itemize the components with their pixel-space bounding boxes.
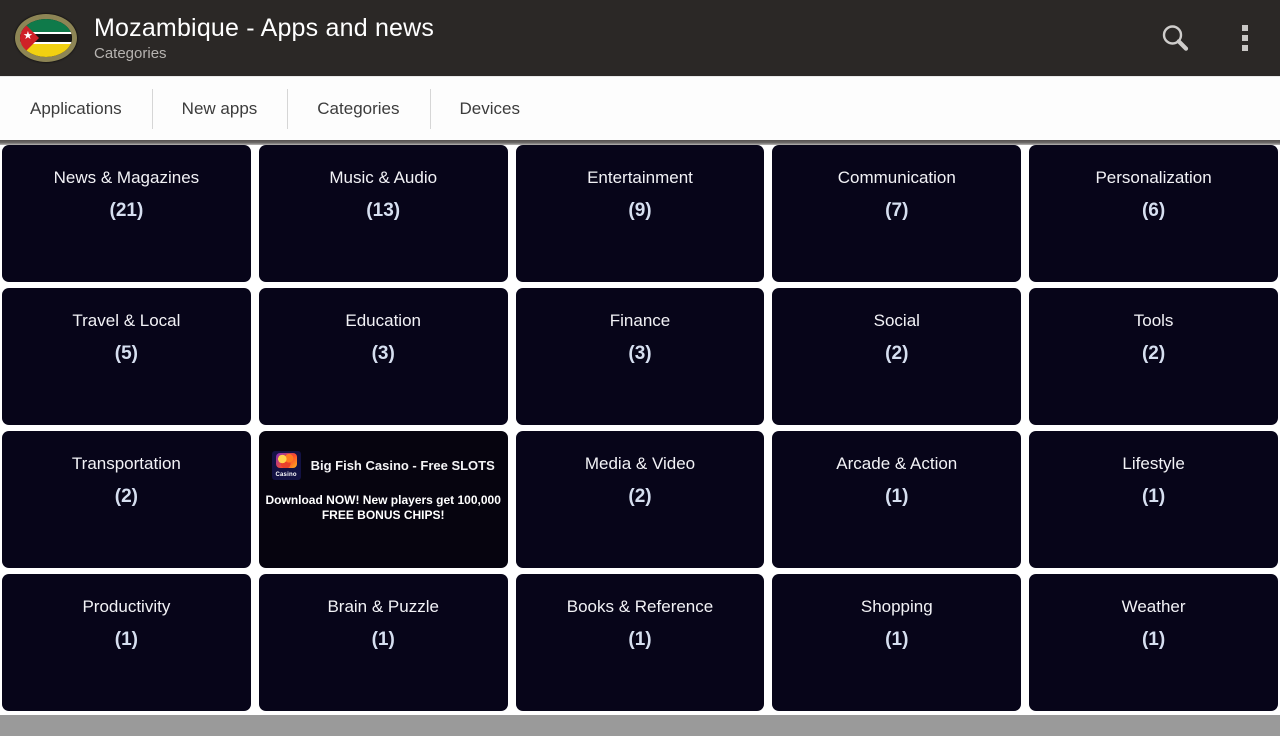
category-tile[interactable]: Communication (7) <box>772 145 1022 282</box>
category-tile-count: (7) <box>885 200 909 221</box>
category-tile-count: (1) <box>885 629 909 650</box>
overflow-menu-icon <box>1242 25 1248 51</box>
category-tile[interactable]: Lifestyle (1) <box>1029 431 1278 568</box>
category-tile-name: Social <box>873 311 920 330</box>
category-tile[interactable]: Transportation (2) <box>2 431 251 568</box>
big-fish-casino-icon: Casino <box>271 451 301 480</box>
category-tile-name: Arcade & Action <box>836 454 958 473</box>
tab-bar: Applications New apps Categories Devices <box>0 76 1280 140</box>
category-tile[interactable]: Finance (3) <box>515 288 765 425</box>
category-tile-count: (3) <box>371 343 395 364</box>
category-tile[interactable]: Books & Reference (1) <box>515 574 765 711</box>
page-subtitle: Categories <box>94 44 167 62</box>
category-tile[interactable]: Music & Audio (13) <box>258 145 508 282</box>
tab-new-apps[interactable]: New apps <box>151 85 288 133</box>
category-tile-count: (2) <box>1141 343 1166 364</box>
tab-label: New apps <box>181 98 258 118</box>
category-tile[interactable]: Entertainment (9) <box>515 145 765 282</box>
category-tile-name: News & Magazines <box>53 168 200 187</box>
category-tile[interactable]: Productivity (1) <box>2 574 251 711</box>
ad-body-text: Download NOW! New players get 100,000 FR… <box>265 493 501 522</box>
category-grid: News & Magazines (21) Music & Audio (13) Ent… <box>0 145 1280 713</box>
category-tile-name: Education <box>345 311 421 330</box>
tab-applications[interactable]: Applications <box>0 85 152 133</box>
category-tile[interactable]: Tools (2) <box>1029 288 1278 425</box>
flag-graphic: ★ <box>20 19 72 57</box>
category-tile[interactable]: Weather (1) <box>1029 574 1278 711</box>
category-tile[interactable]: Travel & Local (5) <box>2 288 251 425</box>
ad-icon-art <box>275 453 297 468</box>
category-tile-count: (2) <box>114 486 139 507</box>
category-tile-name: Lifestyle <box>1122 454 1185 473</box>
ad-title: Big Fish Casino - Free SLOTS <box>310 458 495 473</box>
app-bar-actions <box>1140 0 1280 76</box>
category-tile-count: (1) <box>628 629 652 650</box>
tab-label: Categories <box>317 98 400 118</box>
category-tile-name: Shopping <box>860 597 933 616</box>
app-bar: ★ Mozambique - Apps and news Categories <box>0 0 1280 76</box>
category-tile[interactable]: Social (2) <box>772 288 1022 425</box>
tab-label: Devices <box>459 98 520 118</box>
category-tile[interactable]: Brain & Puzzle (1) <box>258 574 508 711</box>
category-tile-count: (1) <box>114 629 139 650</box>
mozambique-flag-icon[interactable]: ★ <box>15 14 77 62</box>
category-tile-count: (5) <box>114 343 139 364</box>
tab-label: Applications <box>30 98 122 118</box>
category-tile-count: (9) <box>628 200 652 221</box>
ad-tile[interactable]: Casino Big Fish Casino - Free SLOTS Downlo… <box>258 431 508 568</box>
category-tile-name: Productivity <box>82 597 171 616</box>
category-tile-count: (13) <box>366 200 401 221</box>
category-tile-name: Transportation <box>71 454 181 473</box>
category-tile[interactable]: Media & Video (2) <box>515 431 765 568</box>
category-tile-name: Brain & Puzzle <box>327 597 439 616</box>
category-tile-name: Finance <box>609 311 671 330</box>
category-tile[interactable]: Personalization (6) <box>1029 145 1278 282</box>
bottom-system-bar[interactable] <box>0 715 1280 736</box>
category-tile-name: Personalization <box>1095 168 1212 187</box>
category-tile-name: Travel & Local <box>72 311 181 330</box>
tab-devices[interactable]: Devices <box>429 85 550 133</box>
category-tile[interactable]: Arcade & Action (1) <box>772 431 1022 568</box>
category-tile[interactable]: Shopping (1) <box>772 574 1022 711</box>
category-tile-name: Entertainment <box>587 168 693 187</box>
category-tile-count: (1) <box>885 486 909 507</box>
category-tile-name: Communication <box>837 168 956 187</box>
app-bar-titles: Mozambique - Apps and news Categories <box>94 13 434 64</box>
category-tile[interactable]: Education (3) <box>258 288 508 425</box>
category-tile-name: Music & Audio <box>329 168 438 187</box>
category-tile-count: (21) <box>109 200 144 221</box>
category-tile-count: (2) <box>885 343 909 364</box>
tab-categories[interactable]: Categories <box>287 85 429 133</box>
category-tile-count: (1) <box>1141 629 1166 650</box>
category-tile-name: Weather <box>1121 597 1186 616</box>
category-tile[interactable]: News & Magazines (21) <box>2 145 251 282</box>
category-tile-count: (6) <box>1141 200 1166 221</box>
category-tile-count: (3) <box>628 343 652 364</box>
ad-icon-label: Casino <box>275 472 297 478</box>
flag-star-icon: ★ <box>23 30 33 42</box>
category-tile-name: Tools <box>1133 311 1174 330</box>
category-tile-count: (1) <box>371 629 395 650</box>
ad-header: Casino Big Fish Casino - Free SLOTS <box>271 451 495 480</box>
category-tile-name: Books & Reference <box>566 597 714 616</box>
page-title: Mozambique - Apps and news <box>94 13 435 42</box>
overflow-menu-button[interactable] <box>1210 0 1280 76</box>
category-tile-count: (2) <box>628 486 652 507</box>
category-tile-count: (1) <box>1141 486 1166 507</box>
search-icon <box>1162 25 1189 51</box>
search-button[interactable] <box>1140 0 1210 76</box>
category-tile-name: Media & Video <box>584 454 696 473</box>
